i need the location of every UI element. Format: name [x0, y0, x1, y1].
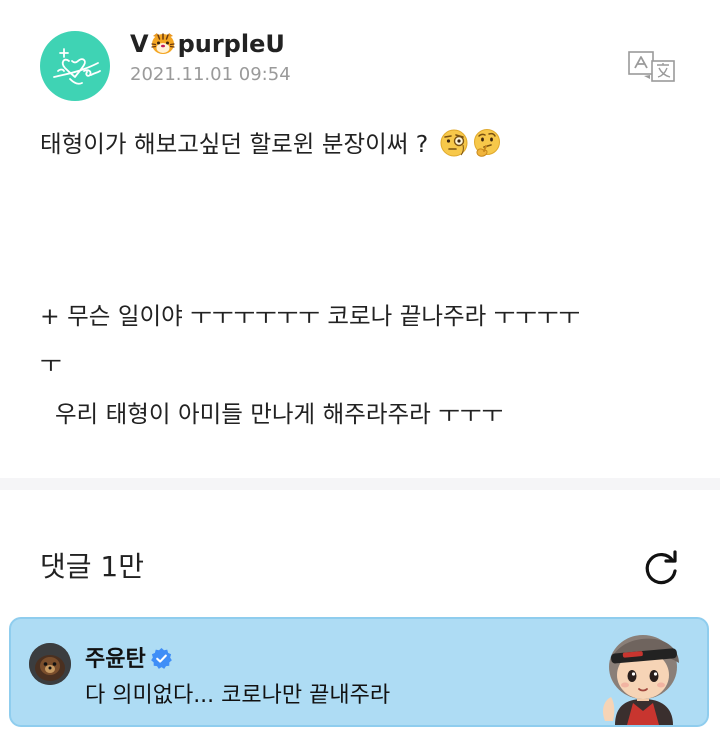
comment-count: 댓글 1만 — [40, 550, 144, 583]
post-text-line3: ㅜ — [40, 350, 62, 378]
author-avatar[interactable] — [40, 31, 110, 101]
refresh-icon — [645, 550, 677, 585]
author-name[interactable]: V purpleU — [130, 30, 285, 58]
commenter-avatar[interactable] — [29, 643, 71, 685]
commenter-name-text: 주윤탄 — [85, 647, 146, 672]
tiger-face-icon — [150, 33, 175, 54]
dog-avatar-icon — [29, 643, 71, 685]
verified-badge-icon — [150, 647, 172, 669]
author-name-prefix: V — [130, 30, 149, 58]
thinking-face-icon — [473, 129, 500, 157]
post-line: 태형이가 해보고싶던 할로윈 분장이써 ? — [40, 125, 502, 159]
section-divider — [0, 478, 720, 490]
character-sticker-icon — [603, 635, 679, 725]
post-date: 2021.11.01 09:54 — [130, 64, 291, 85]
translate-icon — [628, 51, 675, 82]
post-text-line1: 태형이가 해보고싶던 할로윈 분장이써 ? — [40, 130, 429, 158]
author-name-suffix: purpleU — [177, 30, 285, 58]
post-text-line4: 우리 태형이 아미들 만나게 해주라주라 ㅜㅜㅜ — [40, 400, 504, 428]
comments-section: 댓글 1만 주윤탄 다 의미없다... 코로나만 끝내주라 — [0, 490, 720, 744]
refresh-button[interactable] — [640, 547, 682, 589]
comment-text: 다 의미없다... 코로나만 끝내주라 — [85, 683, 391, 708]
highlighted-comment[interactable]: 주윤탄 다 의미없다... 코로나만 끝내주라 — [9, 617, 709, 727]
translate-button[interactable] — [626, 49, 678, 85]
face-with-monocle-icon — [440, 129, 468, 157]
signature-avatar-icon — [53, 48, 101, 85]
post: V purpleU 2021.11.01 09:54 태형이가 해보고싶던 할로… — [0, 0, 720, 478]
post-text-line2: + 무슨 일이야 ㅜㅜㅜㅜㅜㅜ 코로나 끝나주라 ㅜㅜㅜㅜ — [40, 302, 581, 330]
commenter-name[interactable]: 주윤탄 — [85, 641, 173, 673]
